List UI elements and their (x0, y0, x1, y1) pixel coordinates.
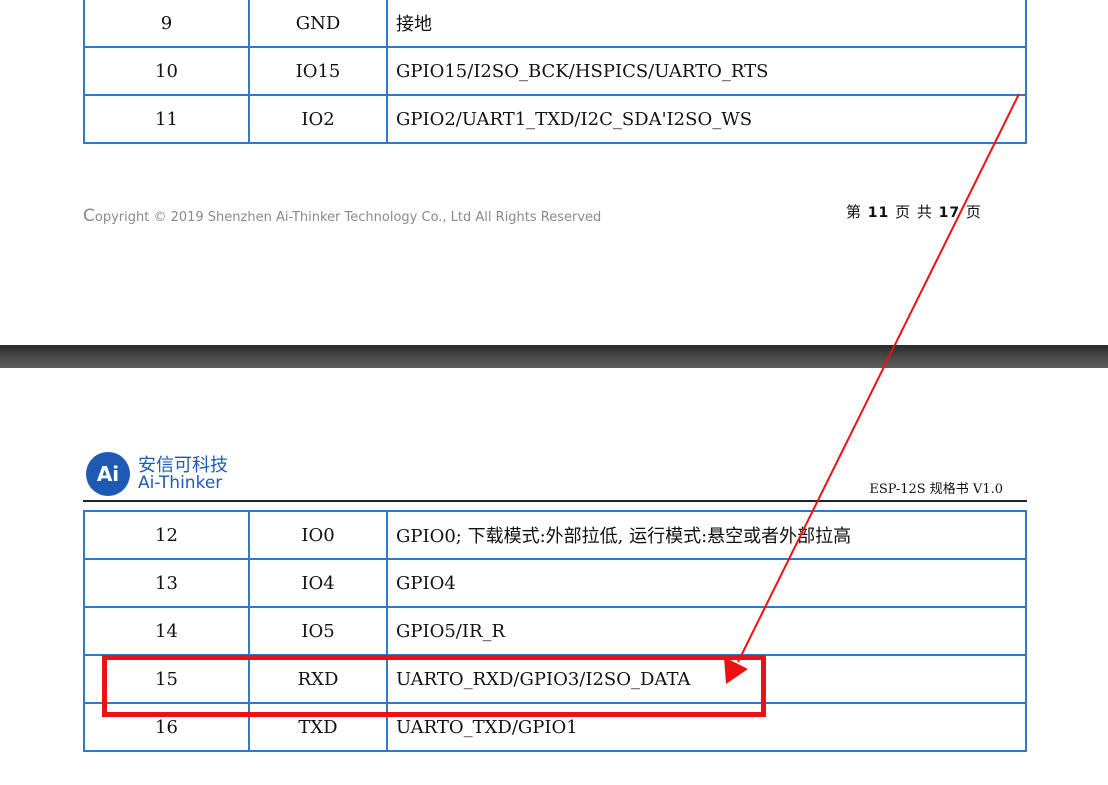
pin-name: GND (248, 0, 388, 48)
pin-description: GPIO0; 下载模式:外部拉低, 运行模式:悬空或者外部拉高 (386, 510, 1027, 560)
page-suffix: 页 (965, 203, 982, 221)
pin-name: IO2 (248, 94, 388, 144)
page-total: 17 (938, 205, 961, 221)
page-current: 11 (867, 205, 890, 221)
page-prefix: 第 (846, 203, 863, 221)
pin-description: GPIO15/I2SO_BCK/HSPICS/UARTO_RTS (386, 46, 1027, 96)
page-separator (0, 345, 1108, 368)
pin-name: IO4 (248, 558, 388, 608)
copyright-initial: C (83, 206, 95, 226)
table-row: 13 IO4 GPIO4 (83, 558, 1027, 608)
table-row: 12 IO0 GPIO0; 下载模式:外部拉低, 运行模式:悬空或者外部拉高 (83, 510, 1027, 560)
pin-number: 10 (83, 46, 250, 96)
pin-description: GPIO5/IR_R (386, 606, 1027, 656)
table-row: 14 IO5 GPIO5/IR_R (83, 606, 1027, 656)
table-row: 9 GND 接地 (83, 0, 1027, 48)
table-row: 10 IO15 GPIO15/I2SO_BCK/HSPICS/UARTO_RTS (83, 46, 1027, 96)
copyright-text: opyright © 2019 Shenzhen Ai-Thinker Tech… (94, 210, 602, 225)
pin-number: 9 (83, 0, 250, 48)
pin-description: GPIO4 (386, 558, 1027, 608)
pin-name: IO5 (248, 606, 388, 656)
highlight-box (102, 655, 766, 717)
pin-description: GPIO2/UART1_TXD/I2C_SDA'I2SO_WS (386, 94, 1027, 144)
pin-number: 11 (83, 94, 250, 144)
logo-name-en: Ai-Thinker (138, 473, 223, 493)
pin-number: 14 (83, 606, 250, 656)
page-middle: 页 共 (895, 203, 933, 221)
page-number: 第 11 页 共 17 页 (846, 201, 982, 222)
table-row: 11 IO2 GPIO2/UART1_TXD/I2C_SDA'I2SO_WS (83, 94, 1027, 144)
pin-table-top: 9 GND 接地 10 IO15 GPIO15/I2SO_BCK/HSPICS/… (83, 0, 1027, 144)
document-page-top: 9 GND 接地 10 IO15 GPIO15/I2SO_BCK/HSPICS/… (0, 0, 1108, 345)
header-divider (83, 500, 1027, 502)
logo-badge-icon: Ai (86, 452, 130, 496)
pin-name: IO0 (248, 510, 388, 560)
pin-name: IO15 (248, 46, 388, 96)
pin-number: 13 (83, 558, 250, 608)
pin-number: 12 (83, 510, 250, 560)
document-title: ESP-12S 规格书 V1.0 (869, 482, 1003, 497)
copyright-footer: Copyright © 2019 Shenzhen Ai-Thinker Tec… (83, 206, 601, 226)
pin-description: 接地 (386, 0, 1027, 48)
